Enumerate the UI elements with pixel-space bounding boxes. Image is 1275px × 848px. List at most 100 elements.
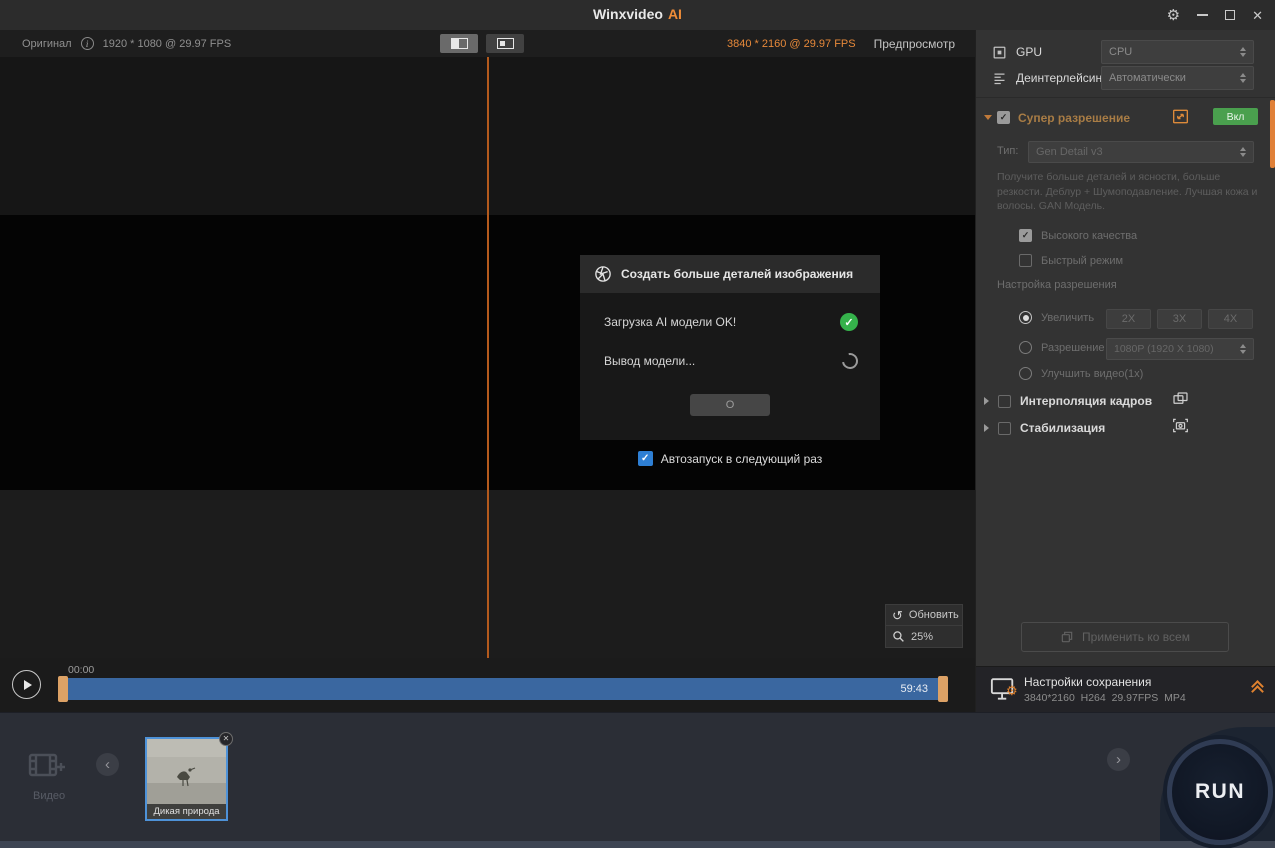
settings-panel: GPU CPU Деинтерлейсинг Автоматически ✓ С… <box>975 30 1275 712</box>
model-load-status: Загрузка AI модели OK! <box>604 315 737 329</box>
expand-compare-icon[interactable] <box>1172 109 1189 124</box>
zoom-level: 25% <box>911 630 934 643</box>
original-resolution: 1920 * 1080 @ 29.97 FPS <box>102 37 232 50</box>
stabilization-camera-icon <box>1173 418 1188 433</box>
scroll-left-button[interactable]: ‹ <box>96 753 119 776</box>
upscale-radio[interactable] <box>1019 311 1032 324</box>
scale-4x-button[interactable]: 4X <box>1208 309 1253 329</box>
compare-divider[interactable] <box>487 57 489 658</box>
playback-bar: 00:00 59:43 <box>0 658 975 712</box>
trim-start-handle[interactable] <box>58 676 68 702</box>
autorun-label: Автозапуск в следующий раз <box>660 451 823 466</box>
trim-end-handle[interactable] <box>938 676 948 702</box>
expand-arrow-icon[interactable] <box>984 397 989 405</box>
maximize-button[interactable] <box>1225 10 1236 20</box>
settings-gear-icon[interactable]: ⚙ <box>1167 8 1180 23</box>
save-settings-title: Настройки сохранения <box>1024 675 1152 689</box>
remove-clip-icon[interactable]: ✕ <box>219 732 233 746</box>
app-name-suffix: AI <box>667 6 682 22</box>
ai-model-dialog: Создать больше деталей изображения Загру… <box>580 255 880 440</box>
stabilization-checkbox[interactable] <box>998 421 1011 435</box>
preview-header: Оригинал i 1920 * 1080 @ 29.97 FPS 3840 … <box>0 30 975 57</box>
apply-to-all-button[interactable]: Применить ко всем <box>1021 622 1229 652</box>
scale-3x-button[interactable]: 3X <box>1157 309 1202 329</box>
current-time: 00:00 <box>68 664 95 676</box>
output-resolution: 3840 * 2160 @ 29.97 FPS <box>727 37 856 50</box>
pip-view-icon <box>496 38 514 49</box>
gpu-select[interactable]: CPU <box>1101 40 1254 64</box>
save-settings-gear-icon: ⚙ <box>1006 683 1018 698</box>
fast-mode-checkbox[interactable] <box>1019 254 1032 267</box>
app-name: Winxvideo <box>593 6 663 22</box>
footer-strip <box>0 841 1275 848</box>
resolution-label: Разрешение <box>1041 341 1105 354</box>
enabled-badge[interactable]: Вкл <box>1213 108 1258 125</box>
play-button[interactable] <box>12 670 41 699</box>
save-settings-panel[interactable]: ⚙ Настройки сохранения 3840*2160 H264 29… <box>976 666 1275 712</box>
aperture-logo-icon <box>595 266 611 282</box>
model-run-status: Вывод модели... <box>604 354 696 368</box>
apply-all-icon <box>1061 631 1073 643</box>
zoom-control[interactable]: 25% <box>885 626 963 648</box>
pip-view-button[interactable] <box>486 34 524 53</box>
upscale-label: Увеличить <box>1041 311 1095 324</box>
deinterlacing-select[interactable]: Автоматически <box>1101 66 1254 90</box>
save-format-info: 3840*2160 H264 29.97FPS MP4 <box>1024 692 1186 704</box>
scale-2x-button[interactable]: 2X <box>1106 309 1151 329</box>
type-label: Тип: <box>997 145 1019 157</box>
fast-mode-label: Быстрый режим <box>1041 254 1124 267</box>
preview-label: Предпросмотр <box>873 36 955 51</box>
video-tab-label: Видео <box>33 790 66 802</box>
close-button[interactable]: ✕ <box>1252 9 1263 22</box>
split-view-icon <box>450 38 468 49</box>
resolution-radio[interactable] <box>1019 341 1032 354</box>
minimize-button[interactable] <box>1197 14 1209 16</box>
clip-preview-image <box>147 739 226 804</box>
resolution-section-label: Настройка разрешения <box>997 279 1117 291</box>
timeline-track[interactable]: 59:43 <box>68 678 938 700</box>
dialog-action-button[interactable]: O <box>690 394 770 416</box>
frame-interpolation-label: Интерполяция кадров <box>1020 394 1153 408</box>
duration-label: 59:43 <box>900 683 928 695</box>
select-arrows-icon <box>1240 147 1246 157</box>
play-icon <box>24 679 32 690</box>
deinterlacing-icon <box>994 73 1005 84</box>
collapse-up-icon[interactable] <box>1251 680 1264 698</box>
split-view-button[interactable] <box>440 34 478 53</box>
refresh-icon: ↺ <box>892 607 903 623</box>
frame-interpolation-checkbox[interactable] <box>998 394 1011 408</box>
app-title: Winxvideo AI <box>0 6 1275 22</box>
model-type-select[interactable]: Gen Detail v3 <box>1028 141 1254 163</box>
original-label: Оригинал <box>22 37 72 50</box>
clip-thumbnail[interactable]: Дикая природа <box>145 737 228 821</box>
media-tray: Видео ‹ Дикая природа ✕ › RUN <box>0 712 1275 848</box>
info-icon[interactable]: i <box>80 37 94 50</box>
select-arrows-icon <box>1240 73 1246 83</box>
stabilization-label: Стабилизация <box>1020 421 1106 435</box>
autorun-checkbox[interactable]: ✓ <box>637 451 653 466</box>
high-quality-label: Высокого качества <box>1041 229 1138 242</box>
preview-canvas: Создать больше деталей изображения Загру… <box>0 57 975 658</box>
collapse-arrow-icon[interactable] <box>984 115 992 120</box>
refresh-button[interactable]: ↺ Обновить <box>885 604 963 626</box>
super-resolution-title: Супер разрешение <box>1018 111 1131 125</box>
scroll-right-button[interactable]: › <box>1107 748 1130 771</box>
select-arrows-icon <box>1240 344 1246 354</box>
high-quality-checkbox[interactable]: ✓ <box>1019 229 1032 242</box>
super-resolution-checkbox[interactable]: ✓ <box>997 111 1010 124</box>
divider <box>976 97 1275 98</box>
gpu-label: GPU <box>1016 45 1043 59</box>
dialog-title: Создать больше деталей изображения <box>621 267 854 281</box>
app-window: Winxvideo AI ⚙ ✕ Оригинал i 1920 * 1080 @… <box>0 0 1275 848</box>
add-video-icon[interactable] <box>28 749 68 783</box>
enhance-radio[interactable] <box>1019 367 1032 380</box>
panel-scrollbar[interactable] <box>1270 100 1275 168</box>
resolution-select[interactable]: 1080P (1920 X 1080) <box>1106 338 1254 360</box>
model-description: Получите больше деталей и ясности, больш… <box>997 171 1258 213</box>
deinterlacing-label: Деинтерлейсинг <box>1016 71 1107 85</box>
frame-interpolation-icon <box>1173 392 1188 404</box>
run-button[interactable]: RUN <box>1167 739 1273 845</box>
expand-arrow-icon[interactable] <box>984 424 989 432</box>
gpu-icon <box>993 46 1006 58</box>
enhance-label: Улучшить видео(1x) <box>1041 367 1144 380</box>
